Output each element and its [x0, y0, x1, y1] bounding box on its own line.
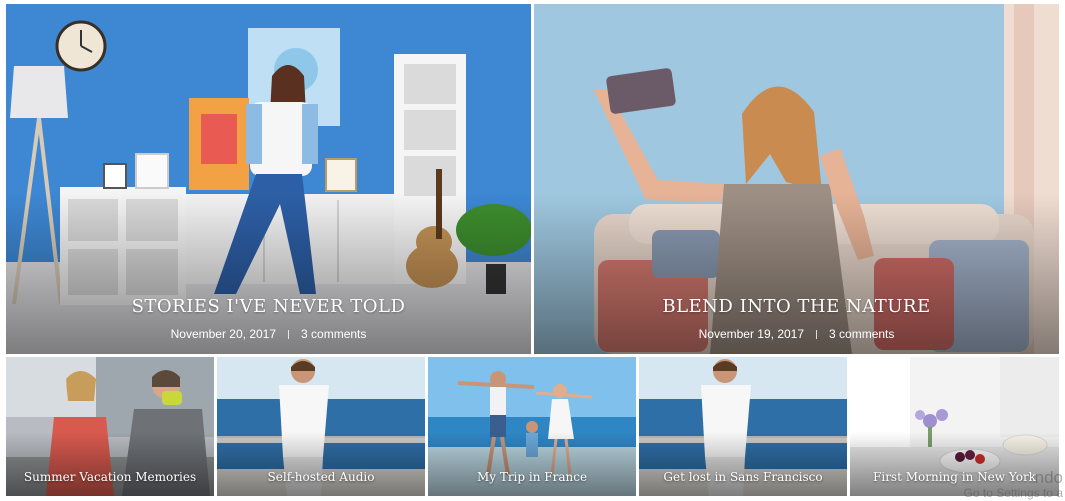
- post-title[interactable]: Self-hosted Audio: [217, 470, 425, 484]
- watermark-line-2: Go to Settings to a: [963, 486, 1063, 501]
- image-overlay: [428, 432, 636, 496]
- featured-post-card[interactable]: STORIES I'VE NEVER TOLD November 20, 201…: [6, 4, 531, 354]
- image-overlay: [217, 432, 425, 496]
- grid-post-card[interactable]: Self-hosted Audio: [217, 357, 425, 496]
- grid-post-card[interactable]: My Trip in France: [428, 357, 636, 496]
- post-title[interactable]: Get lost in Sans Francisco: [639, 470, 847, 484]
- featured-post-card[interactable]: BLEND INTO THE NATURE November 19, 2017 3…: [534, 4, 1059, 354]
- image-overlay: [6, 432, 214, 496]
- post-date[interactable]: November 20, 2017: [171, 327, 276, 341]
- meta-separator: [288, 330, 290, 340]
- post-title[interactable]: Summer Vacation Memories: [6, 470, 214, 484]
- post-meta: November 19, 2017 3 comments: [534, 327, 1059, 341]
- grid-post-card[interactable]: Get lost in Sans Francisco: [639, 357, 847, 496]
- post-meta: November 20, 2017 3 comments: [6, 327, 531, 341]
- post-title[interactable]: STORIES I'VE NEVER TOLD: [6, 296, 531, 317]
- watermark-line-1: ndo: [1034, 467, 1063, 487]
- post-title[interactable]: BLEND INTO THE NATURE: [534, 296, 1059, 317]
- grid-post-card[interactable]: Summer Vacation Memories: [6, 357, 214, 496]
- meta-separator: [816, 330, 818, 340]
- activation-watermark: ndo Go to Settings to a: [964, 468, 1063, 501]
- image-overlay: [639, 432, 847, 496]
- post-comments[interactable]: 3 comments: [301, 327, 366, 341]
- post-date[interactable]: November 19, 2017: [699, 327, 804, 341]
- post-comments[interactable]: 3 comments: [829, 327, 894, 341]
- post-title[interactable]: My Trip in France: [428, 470, 636, 484]
